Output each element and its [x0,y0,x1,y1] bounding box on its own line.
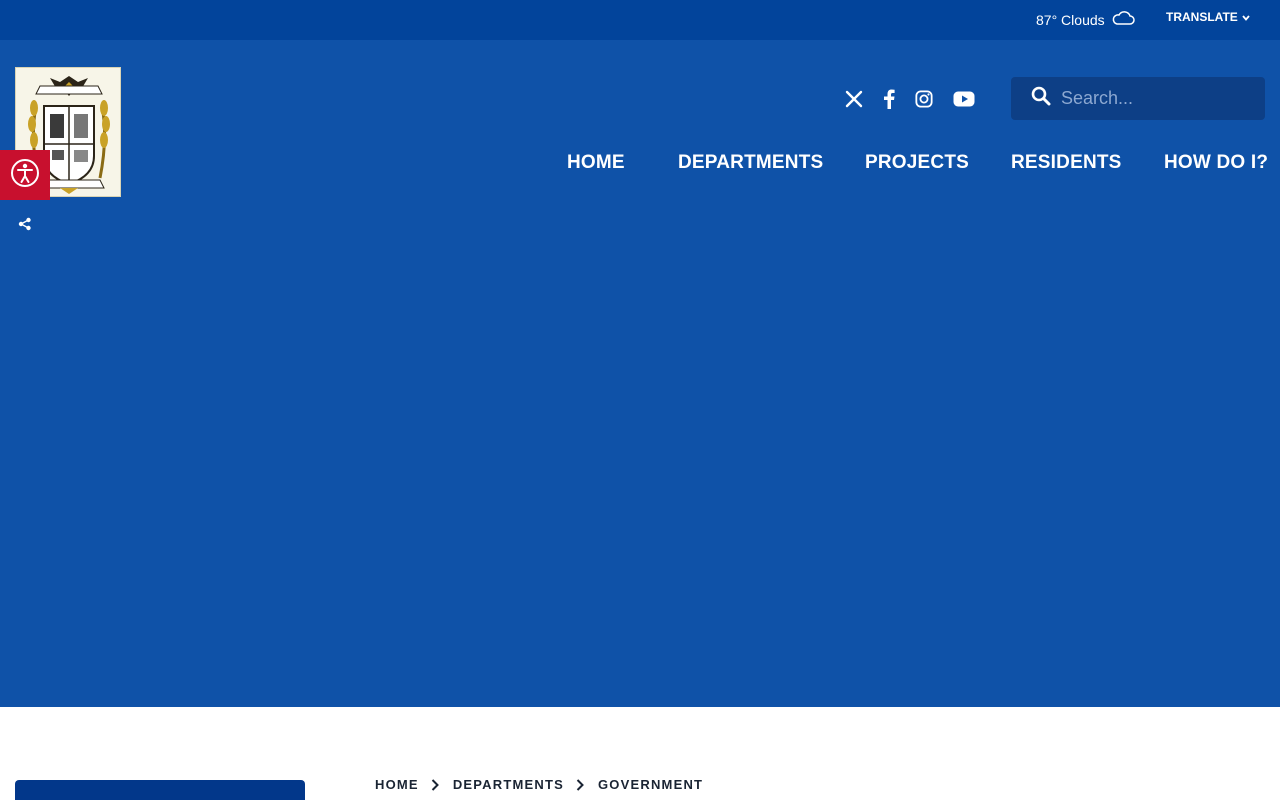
nav-item-how-do-i[interactable]: HOW DO I? [1164,152,1268,174]
chevron-right-icon [431,778,439,791]
top-bar: 87° Clouds TRANSLATE [0,0,1280,40]
weather-widget[interactable]: 87° Clouds [1036,10,1135,29]
facebook-icon[interactable] [882,89,896,109]
nav-item-home[interactable]: HOME [567,152,625,174]
search-input[interactable] [1061,88,1251,109]
share-icon[interactable] [18,217,32,231]
weather-text: 87° Clouds [1036,11,1105,28]
accessibility-icon [9,157,41,194]
sidebar-menu-box [15,780,305,800]
breadcrumb-government: GOVERNMENT [598,777,704,792]
header-hero: HOME DEPARTMENTS PROJECTS RESIDENTS HOW … [0,40,1280,707]
cloud-icon [1111,10,1135,29]
breadcrumb: HOME DEPARTMENTS GOVERNMENT [375,777,703,792]
nav-item-residents[interactable]: RESIDENTS [1011,152,1122,174]
nav-item-projects[interactable]: PROJECTS [865,152,969,174]
translate-label: TRANSLATE [1166,10,1238,24]
breadcrumb-departments[interactable]: DEPARTMENTS [453,777,564,792]
search-icon [1031,86,1051,111]
chevron-down-icon [1242,10,1250,24]
chevron-right-icon [576,778,584,791]
translate-dropdown[interactable]: TRANSLATE [1166,10,1250,24]
youtube-icon[interactable] [953,89,975,109]
accessibility-button[interactable] [0,150,50,200]
search-box[interactable] [1011,77,1265,120]
breadcrumb-home[interactable]: HOME [375,777,419,792]
instagram-icon[interactable] [914,89,934,109]
nav-item-departments[interactable]: DEPARTMENTS [678,152,823,174]
x-icon[interactable] [845,89,863,109]
